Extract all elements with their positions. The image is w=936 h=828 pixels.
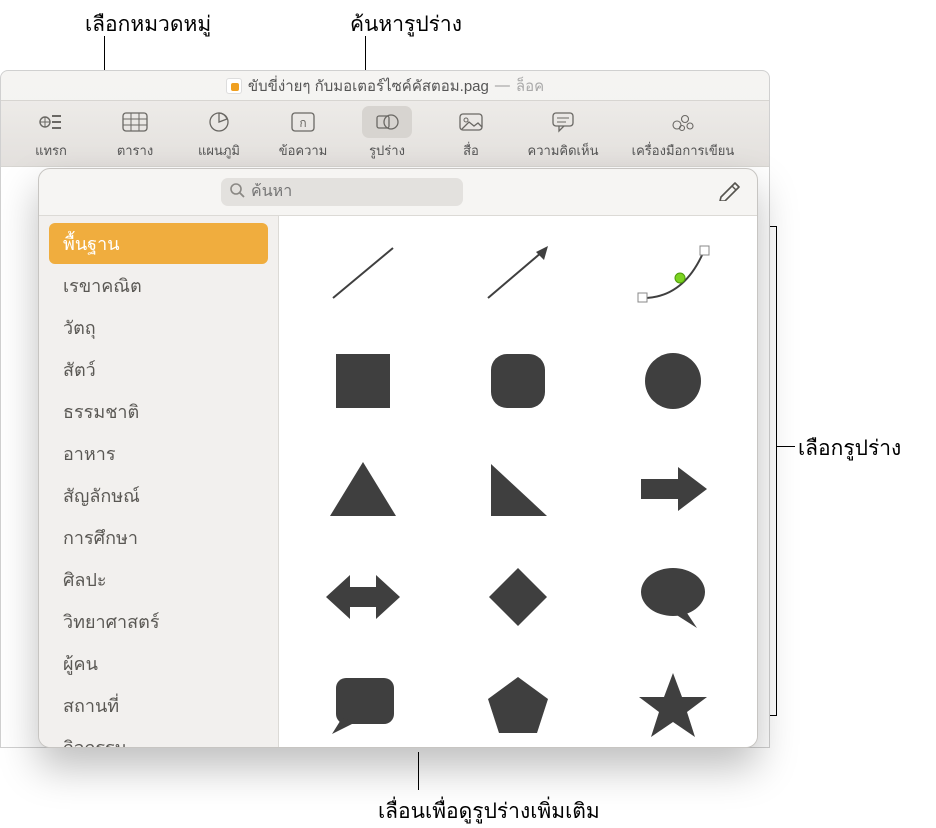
category-item[interactable]: ธรรมชาติ bbox=[49, 391, 268, 432]
callout-select-shape: เลือกรูปร่าง bbox=[798, 432, 901, 465]
shape-speech-bubble[interactable] bbox=[610, 554, 735, 640]
shape-grid bbox=[279, 216, 757, 747]
search-input[interactable] bbox=[251, 183, 455, 201]
category-item[interactable]: พื้นฐาน bbox=[49, 223, 268, 264]
category-item[interactable]: การศึกษา bbox=[49, 517, 268, 558]
category-item[interactable]: ผู้คน bbox=[49, 643, 268, 684]
toolbar-media-label: สื่อ bbox=[463, 140, 479, 161]
document-locked-label: ล็อค bbox=[516, 74, 544, 98]
callout-find-shape: ค้นหารูปร่าง bbox=[350, 8, 462, 41]
shape-icon bbox=[362, 106, 412, 138]
media-icon bbox=[446, 106, 496, 138]
shape-square[interactable] bbox=[301, 338, 426, 424]
toolbar-comment-label: ความคิดเห็น bbox=[528, 140, 599, 161]
insert-icon bbox=[26, 106, 76, 138]
toolbar: แทรก ตาราง แผนภูมิ ก ข้อความ รูปร่าง bbox=[1, 101, 769, 167]
text-icon: ก bbox=[278, 106, 328, 138]
shape-triangle[interactable] bbox=[301, 446, 426, 532]
toolbar-comment[interactable]: ความคิดเห็น bbox=[513, 106, 613, 161]
callout-scroll-more: เลื่อนเพื่อดูรูปร่างเพิ่มเติม bbox=[378, 795, 600, 828]
shape-curve-editable[interactable] bbox=[610, 230, 735, 316]
authoring-icon bbox=[658, 106, 708, 138]
title-dash: — bbox=[495, 77, 510, 94]
popover-header bbox=[39, 169, 757, 215]
shape-rounded-square[interactable] bbox=[456, 338, 581, 424]
toolbar-chart[interactable]: แผนภูมิ bbox=[177, 106, 261, 161]
shapes-popover: พื้นฐานเรขาคณิตวัตถุสัตว์ธรรมชาติอาหารสั… bbox=[38, 168, 758, 748]
bracket-mid-line bbox=[777, 446, 795, 447]
category-item[interactable]: สัญลักษณ์ bbox=[49, 475, 268, 516]
chart-icon bbox=[194, 106, 244, 138]
window-titlebar: ขับขี่ง่ายๆ กับมอเตอร์ไซค์คัสตอม.pag — ล… bbox=[1, 71, 769, 101]
category-item[interactable]: เรขาคณิต bbox=[49, 265, 268, 306]
shape-callout-square[interactable] bbox=[301, 662, 426, 747]
document-filename: ขับขี่ง่ายๆ กับมอเตอร์ไซค์คัสตอม.pag bbox=[248, 74, 489, 98]
shape-arrow-line[interactable] bbox=[456, 230, 581, 316]
toolbar-text-label: ข้อความ bbox=[279, 140, 328, 161]
draw-shape-button[interactable] bbox=[717, 179, 743, 206]
category-item[interactable]: สัตว์ bbox=[49, 349, 268, 390]
comment-icon bbox=[538, 106, 588, 138]
shape-circle[interactable] bbox=[610, 338, 735, 424]
search-icon bbox=[229, 182, 245, 203]
category-item[interactable]: กิจกรรม bbox=[49, 727, 268, 747]
toolbar-shape-label: รูปร่าง bbox=[369, 140, 405, 161]
shape-arrow-right[interactable] bbox=[610, 446, 735, 532]
category-item[interactable]: วิทยาศาสตร์ bbox=[49, 601, 268, 642]
shape-star[interactable] bbox=[610, 662, 735, 747]
toolbar-authoring-label: เครื่องมือการเขียน bbox=[632, 140, 735, 161]
shape-pentagon[interactable] bbox=[456, 662, 581, 747]
toolbar-table[interactable]: ตาราง bbox=[93, 106, 177, 161]
shape-line[interactable] bbox=[301, 230, 426, 316]
document-icon bbox=[226, 78, 242, 94]
category-item[interactable]: อาหาร bbox=[49, 433, 268, 474]
toolbar-text[interactable]: ก ข้อความ bbox=[261, 106, 345, 161]
toolbar-insert[interactable]: แทรก bbox=[9, 106, 93, 161]
svg-text:ก: ก bbox=[299, 116, 306, 130]
toolbar-insert-label: แทรก bbox=[35, 140, 67, 161]
callout-line bbox=[418, 752, 419, 790]
toolbar-authoring[interactable]: เครื่องมือการเขียน bbox=[613, 106, 753, 161]
category-item[interactable]: สถานที่ bbox=[49, 685, 268, 726]
toolbar-shape[interactable]: รูปร่าง bbox=[345, 106, 429, 161]
table-icon bbox=[110, 106, 160, 138]
toolbar-table-label: ตาราง bbox=[117, 140, 153, 161]
toolbar-media[interactable]: สื่อ bbox=[429, 106, 513, 161]
shape-arrow-double[interactable] bbox=[301, 554, 426, 640]
category-item[interactable]: ศิลปะ bbox=[49, 559, 268, 600]
popover-body: พื้นฐานเรขาคณิตวัตถุสัตว์ธรรมชาติอาหารสั… bbox=[39, 215, 757, 747]
category-sidebar: พื้นฐานเรขาคณิตวัตถุสัตว์ธรรมชาติอาหารสั… bbox=[39, 216, 279, 747]
category-item[interactable]: วัตถุ bbox=[49, 307, 268, 348]
shape-diamond[interactable] bbox=[456, 554, 581, 640]
toolbar-chart-label: แผนภูมิ bbox=[198, 140, 240, 161]
search-field[interactable] bbox=[221, 178, 463, 206]
shape-right-triangle[interactable] bbox=[456, 446, 581, 532]
